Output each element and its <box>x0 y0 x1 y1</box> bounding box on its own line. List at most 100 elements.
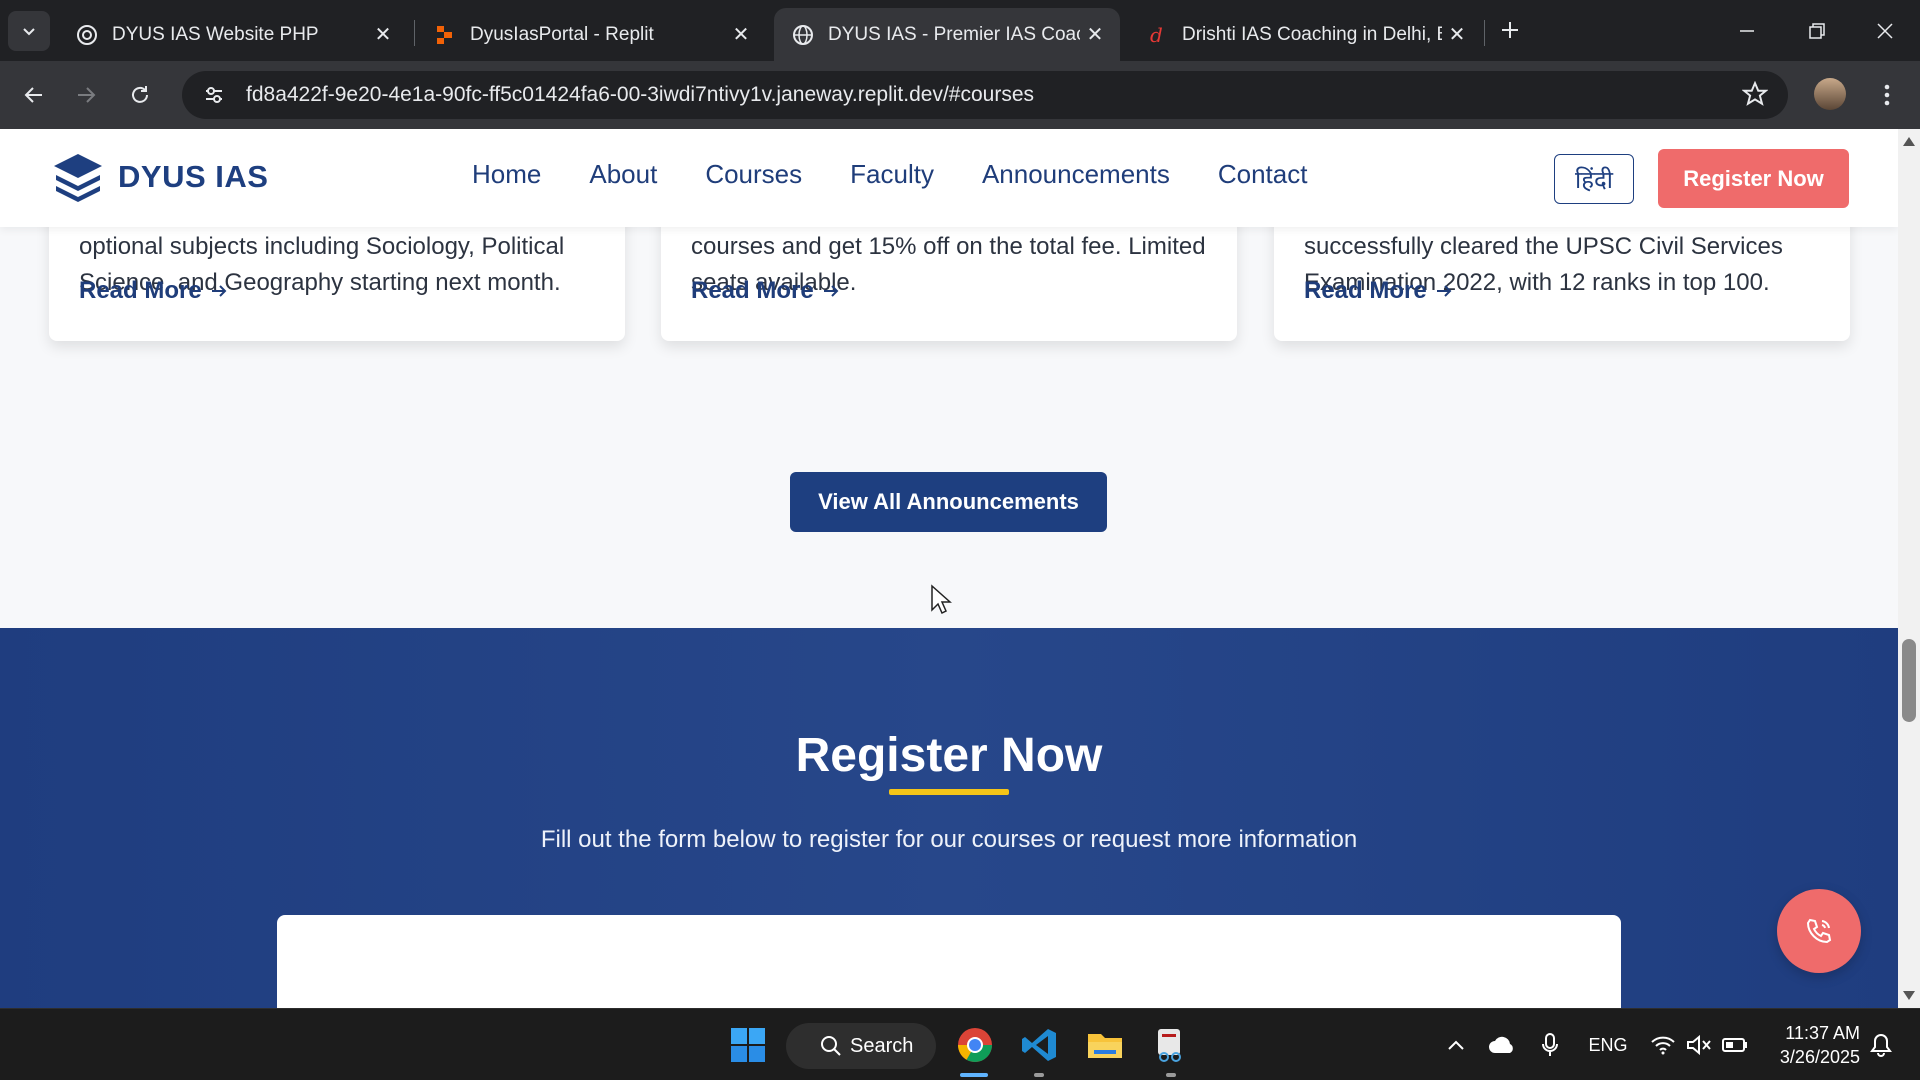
tab-search-button[interactable] <box>8 11 50 51</box>
close-tab-icon[interactable]: ✕ <box>1080 20 1110 50</box>
main-nav: Home About Courses Faculty Announcements… <box>472 159 1307 190</box>
back-button[interactable] <box>14 75 54 115</box>
tab-separator <box>1484 20 1485 46</box>
open-app-indicator <box>1034 1073 1044 1077</box>
phone-ringing-icon <box>1806 918 1832 944</box>
restore-button[interactable] <box>1782 0 1852 61</box>
taskbar-search-label: Search <box>850 1034 914 1057</box>
close-window-button[interactable] <box>1850 0 1920 61</box>
section-title: Register Now <box>795 729 1103 782</box>
notifications-button[interactable] <box>1866 1009 1896 1080</box>
more-vertical-icon <box>1884 84 1890 106</box>
view-all-announcements-button[interactable]: View All Announcements <box>790 472 1107 532</box>
drishti-icon: d <box>1146 24 1168 46</box>
register-now-button[interactable]: Register Now <box>1658 149 1849 208</box>
call-fab-button[interactable] <box>1777 889 1861 973</box>
active-app-indicator <box>960 1073 988 1077</box>
chrome-taskbar-button[interactable] <box>950 1021 1000 1069</box>
forward-button[interactable] <box>66 75 106 115</box>
arrow-left-icon <box>24 87 42 103</box>
registration-form-card <box>277 915 1621 1008</box>
clock-time: 11:37 AM <box>1785 1023 1860 1043</box>
page-viewport: We are launching specialized courses for… <box>0 129 1920 1008</box>
reload-icon <box>132 86 148 103</box>
snipping-tool-taskbar-button[interactable] <box>1146 1021 1196 1069</box>
volume-button[interactable] <box>1684 1009 1714 1080</box>
read-more-link[interactable]: Read More <box>79 277 228 305</box>
tab-drishti-ias[interactable]: d Drishti IAS Coaching in Delhi, B ✕ <box>1128 8 1482 61</box>
tab-dyus-ias-premier[interactable]: DYUS IAS - Premier IAS Coachin ✕ <box>774 8 1120 61</box>
url-text: fd8a422f-9e20-4e1a-90fc-ff5c01424fa6-00-… <box>246 83 1034 106</box>
tab-dyus-ias-website-php[interactable]: DYUS IAS Website PHP ✕ <box>58 8 408 61</box>
browser-tab-bar: DYUS IAS Website PHP ✕ DyusIasPortal - R… <box>0 0 1920 61</box>
title-underline <box>889 789 1009 795</box>
minimize-button[interactable] <box>1712 0 1782 61</box>
start-button[interactable] <box>724 1021 772 1069</box>
wifi-button[interactable] <box>1648 1009 1678 1080</box>
minimize-icon <box>1740 29 1754 32</box>
tab-title: Drishti IAS Coaching in Delhi, B <box>1182 23 1442 45</box>
tab-title: DYUS IAS - Premier IAS Coachin <box>828 23 1080 45</box>
nav-courses[interactable]: Courses <box>705 159 802 190</box>
site-settings-icon[interactable] <box>192 84 236 106</box>
nav-about[interactable]: About <box>589 159 657 190</box>
windows-taskbar: Search ENG 11:37 AM 3/26/2025 <box>0 1008 1920 1080</box>
close-tab-icon[interactable]: ✕ <box>1442 20 1472 50</box>
onedrive-button[interactable] <box>1484 1009 1520 1080</box>
site-header: DYUS IAS Home About Courses Faculty Anno… <box>0 129 1898 227</box>
chevron-down-icon <box>23 28 35 36</box>
scroll-thumb[interactable] <box>1902 639 1916 722</box>
section-subtitle: Fill out the form below to register for … <box>540 826 1358 853</box>
taskbar-search[interactable]: Search <box>786 1023 936 1069</box>
nav-home[interactable]: Home <box>472 159 541 190</box>
file-explorer-taskbar-button[interactable] <box>1080 1021 1130 1069</box>
vscode-taskbar-button[interactable] <box>1014 1021 1064 1069</box>
tab-dyusiasportal-replit[interactable]: DyusIasPortal - Replit ✕ <box>416 8 766 61</box>
chevron-up-icon <box>1448 1040 1464 1050</box>
replit-icon <box>434 24 456 46</box>
close-tab-icon[interactable]: ✕ <box>726 20 756 50</box>
wifi-icon <box>1651 1036 1675 1055</box>
open-app-indicator <box>1166 1073 1176 1077</box>
globe-icon <box>792 24 814 46</box>
openai-icon <box>76 24 98 46</box>
snipping-tool-icon <box>1158 1029 1181 1062</box>
clock-date: 3/26/2025 <box>1779 1047 1860 1067</box>
bookmark-star-icon[interactable] <box>1741 80 1769 112</box>
mouse-cursor-icon <box>931 584 952 615</box>
profile-avatar[interactable] <box>1814 78 1846 110</box>
arrow-right-icon <box>211 285 227 297</box>
nav-faculty[interactable]: Faculty <box>850 159 934 190</box>
browser-menu-button[interactable] <box>1870 75 1904 115</box>
input-language[interactable]: ENG <box>1586 1009 1630 1080</box>
search-icon <box>821 1036 841 1056</box>
scroll-up-arrow-icon[interactable] <box>1903 137 1915 146</box>
close-tab-icon[interactable]: ✕ <box>368 20 398 50</box>
show-hidden-icons-button[interactable] <box>1440 1009 1472 1080</box>
read-more-label: Read More <box>1304 277 1427 304</box>
windows-logo-icon <box>731 1028 765 1062</box>
page-scrollbar[interactable] <box>1898 129 1920 1008</box>
browser-toolbar: fd8a422f-9e20-4e1a-90fc-ff5c01424fa6-00-… <box>0 61 1920 129</box>
battery-button[interactable] <box>1720 1009 1750 1080</box>
address-bar[interactable]: fd8a422f-9e20-4e1a-90fc-ff5c01424fa6-00-… <box>182 71 1788 119</box>
tab-title: DyusIasPortal - Replit <box>470 23 654 45</box>
reload-button[interactable] <box>120 75 160 115</box>
read-more-link[interactable]: Read More <box>1304 277 1453 305</box>
vscode-icon <box>1022 1029 1056 1061</box>
svg-text:d: d <box>1150 24 1163 46</box>
scroll-down-arrow-icon[interactable] <box>1903 991 1915 1000</box>
read-more-label: Read More <box>691 277 814 304</box>
nav-contact[interactable]: Contact <box>1218 159 1308 190</box>
arrow-right-icon <box>1436 285 1452 297</box>
taskbar-clock[interactable]: 11:37 AM 3/26/2025 <box>1760 1021 1860 1069</box>
volume-muted-icon <box>1687 1034 1711 1056</box>
microphone-button[interactable] <box>1536 1009 1564 1080</box>
site-logo[interactable]: DYUS IAS <box>52 152 268 202</box>
plus-icon <box>1502 22 1518 38</box>
nav-announcements[interactable]: Announcements <box>982 159 1170 190</box>
battery-icon <box>1722 1038 1747 1052</box>
language-toggle-button[interactable]: हिंदी <box>1554 154 1634 204</box>
read-more-link[interactable]: Read More <box>691 277 840 305</box>
new-tab-button[interactable] <box>1494 14 1526 46</box>
